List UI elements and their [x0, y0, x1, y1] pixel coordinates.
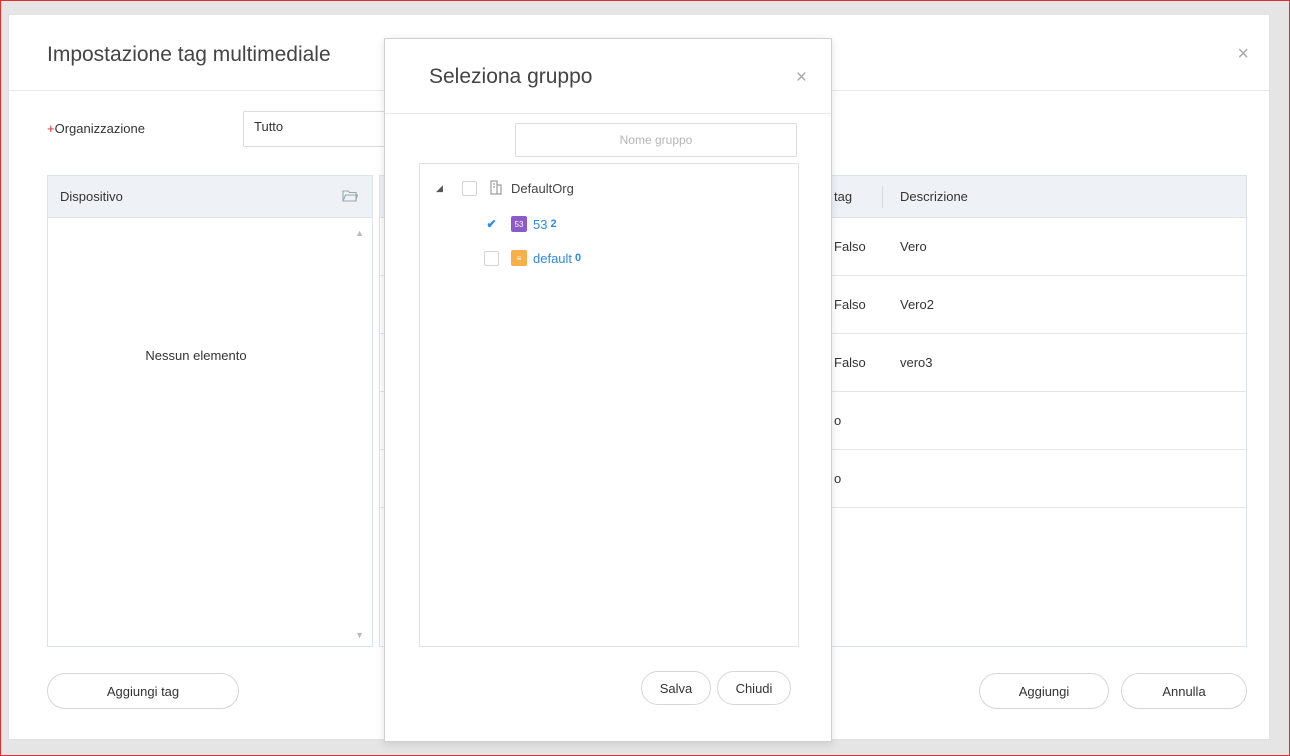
tree-node-group-default[interactable]: ≡ default 0	[484, 248, 581, 268]
checkbox-53[interactable]: ✔	[484, 216, 499, 232]
device-list[interactable]: ▲ Nessun elemento ▼	[48, 218, 372, 646]
required-marker: +	[47, 121, 55, 136]
scroll-up-icon[interactable]: ▲	[355, 228, 364, 238]
modal-title: Seleziona gruppo	[429, 65, 593, 88]
tree-node-group-53[interactable]: ✔ 53 53 2	[484, 214, 557, 234]
tag-cell: Falso	[834, 355, 866, 370]
cancel-button[interactable]: Annulla	[1121, 673, 1247, 709]
tree-node-label[interactable]: 53	[533, 217, 547, 232]
add-button[interactable]: Aggiungi	[979, 673, 1109, 709]
checkbox-defaultorg[interactable]	[462, 180, 477, 196]
organization-select[interactable]: Tutto	[243, 111, 403, 147]
add-tag-button[interactable]: Aggiungi tag	[47, 673, 239, 709]
description-cell: vero3	[900, 355, 933, 370]
tree-node-defaultorg[interactable]: ◢ DefaultOrg	[436, 178, 574, 198]
organization-label: +Organizzazione	[47, 121, 145, 136]
group-name-search-input[interactable]	[515, 123, 797, 157]
column-header-tag: tag	[834, 189, 853, 204]
expand-caret-icon[interactable]: ◢	[436, 183, 454, 194]
device-panel-header: Dispositivo	[48, 176, 372, 218]
organization-label-text: Organizzazione	[54, 121, 145, 136]
device-panel: Dispositivo ▲ Nessun elemento ▼	[47, 175, 373, 647]
description-cell: Vero2	[900, 297, 934, 312]
device-panel-title: Dispositivo	[60, 189, 123, 204]
tree-node-label[interactable]: DefaultOrg	[511, 181, 574, 196]
checkbox-default[interactable]	[484, 250, 499, 266]
save-button[interactable]: Salva	[641, 671, 711, 705]
tag-cell: o	[834, 471, 842, 486]
select-group-modal: Seleziona gruppo × ◢ DefaultOrg ✔ 53 53 …	[384, 38, 832, 742]
member-count: 2	[550, 218, 557, 230]
tag-cell: o	[834, 413, 842, 428]
scroll-down-icon[interactable]: ▼	[355, 630, 364, 640]
group-tree: ◢ DefaultOrg ✔ 53 53 2 ≡ default 0	[419, 163, 799, 647]
description-cell: Vero	[900, 239, 927, 254]
close-button[interactable]: Chiudi	[717, 671, 791, 705]
dialog-title: Impostazione tag multimediale	[47, 43, 331, 66]
column-divider	[882, 186, 883, 208]
empty-state-text: Nessun elemento	[145, 348, 247, 363]
group-badge-icon: 53	[511, 216, 527, 232]
tag-cell: Falso	[834, 297, 866, 312]
folder-icon[interactable]	[342, 189, 358, 203]
group-badge-icon: ≡	[511, 250, 527, 266]
tree-node-label[interactable]: default	[533, 251, 572, 266]
close-icon[interactable]: ×	[1237, 43, 1249, 66]
modal-divider	[385, 113, 831, 114]
close-icon[interactable]: ×	[796, 67, 807, 89]
member-count: 0	[575, 252, 582, 264]
column-header-description: Descrizione	[900, 189, 968, 204]
tag-cell: Falso	[834, 239, 866, 254]
building-icon	[490, 180, 502, 195]
